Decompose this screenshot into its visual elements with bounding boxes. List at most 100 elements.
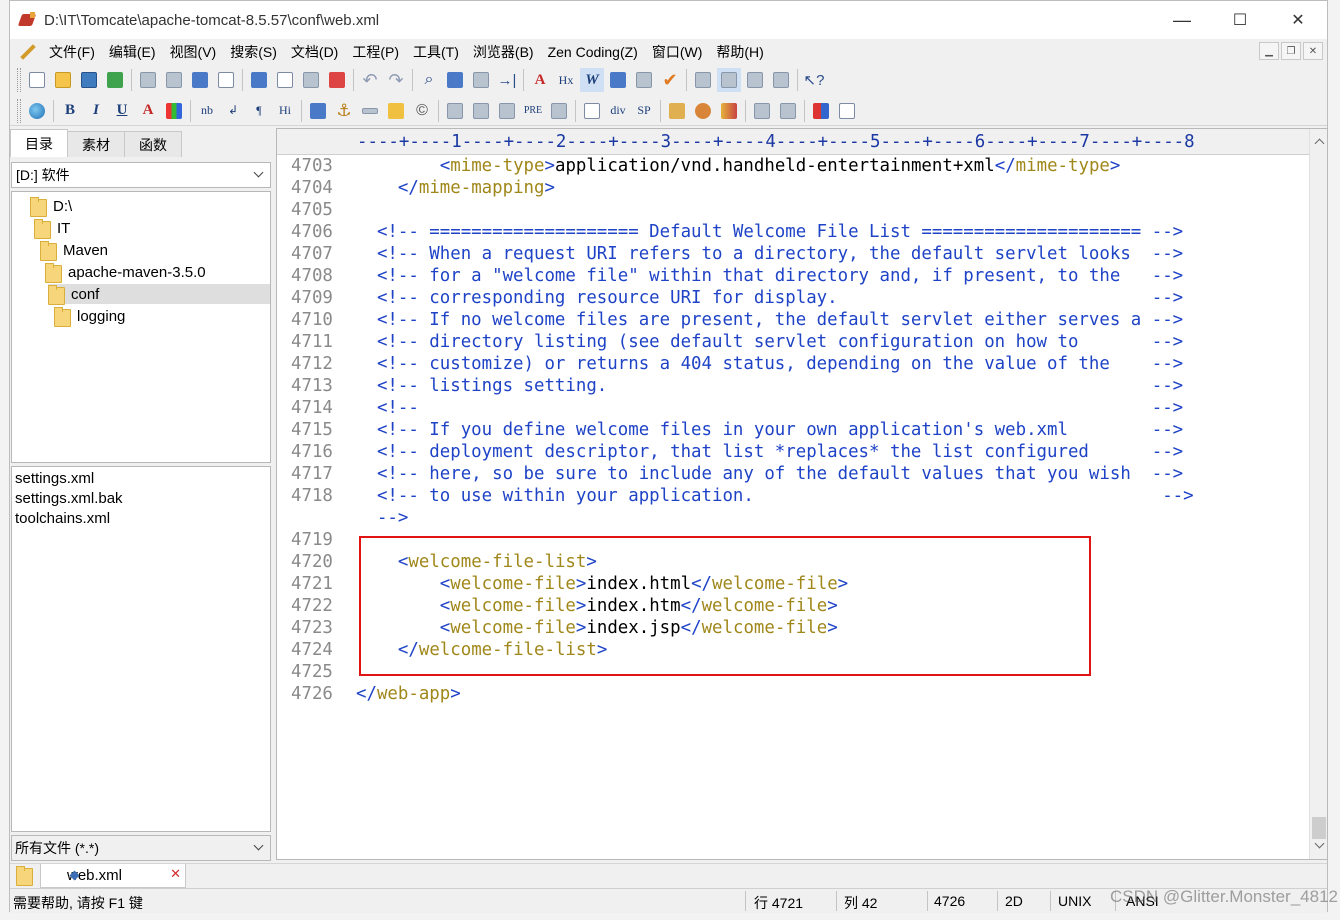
code-area[interactable]: 4703 <mime-type>application/vnd.handheld…: [277, 155, 1309, 861]
delete-button[interactable]: [325, 68, 349, 92]
doc-restore-button[interactable]: ❐: [1281, 42, 1301, 60]
maximize-button[interactable]: ☐: [1211, 1, 1269, 39]
view-list-button[interactable]: [691, 68, 715, 92]
file-item-toolchains[interactable]: toolchains.xml: [12, 509, 270, 529]
minimize-button[interactable]: —: [1153, 1, 1211, 39]
tab-close-icon[interactable]: ✕: [170, 866, 181, 882]
open-button[interactable]: [51, 68, 75, 92]
save-all-button[interactable]: [103, 68, 127, 92]
tab-materials[interactable]: 素材: [67, 131, 125, 157]
colors-button[interactable]: [809, 99, 833, 123]
italic-button[interactable]: I: [84, 99, 108, 123]
style-button[interactable]: [665, 99, 689, 123]
document-tab-web-xml[interactable]: web.xml ✕: [40, 864, 186, 888]
color-palette-button[interactable]: [162, 99, 186, 123]
line-numbers-button[interactable]: [632, 68, 656, 92]
plugin-button[interactable]: [717, 99, 741, 123]
redo-button[interactable]: ↷: [384, 68, 408, 92]
menu-browser[interactable]: 浏览器(B): [466, 42, 541, 62]
view-edit-button[interactable]: [743, 68, 767, 92]
spellcheck-button[interactable]: [188, 68, 212, 92]
font-tag-button[interactable]: [580, 99, 604, 123]
menu-edit[interactable]: 编辑(E): [102, 42, 163, 62]
vertical-scrollbar[interactable]: [1309, 129, 1327, 859]
copy-button[interactable]: [273, 68, 297, 92]
file-filter-select[interactable]: 所有文件 (*.*): [11, 835, 271, 861]
heading-button[interactable]: Hi: [273, 99, 297, 123]
context-help-button[interactable]: ↖?: [802, 68, 826, 92]
print-button[interactable]: [162, 68, 186, 92]
view-output-button[interactable]: [769, 68, 793, 92]
underline-button[interactable]: U: [110, 99, 134, 123]
folder-icon[interactable]: [16, 866, 34, 886]
print-preview-button[interactable]: [136, 68, 160, 92]
edit-tag-button[interactable]: [384, 99, 408, 123]
find-button[interactable]: ⌕: [417, 68, 441, 92]
tree-item-maven[interactable]: Maven: [40, 240, 108, 261]
form-button[interactable]: [469, 99, 493, 123]
undo-button[interactable]: ↶: [358, 68, 382, 92]
file-item-settings[interactable]: settings.xml: [12, 469, 270, 489]
span-button[interactable]: SP: [632, 99, 656, 123]
tree-item-it[interactable]: IT: [34, 218, 70, 239]
paste-button[interactable]: [299, 68, 323, 92]
copyright-button[interactable]: ©: [410, 99, 434, 123]
menu-help[interactable]: 帮助(H): [709, 42, 770, 62]
hx-button[interactable]: Hx: [554, 68, 578, 92]
menu-view[interactable]: 视图(V): [163, 42, 224, 62]
cup-button[interactable]: [691, 99, 715, 123]
font-button[interactable]: A: [528, 68, 552, 92]
menu-document[interactable]: 文档(D): [284, 42, 345, 62]
paragraph-button[interactable]: ¶: [247, 99, 271, 123]
menu-project[interactable]: 工程(P): [345, 42, 406, 62]
scroll-thumb[interactable]: [1312, 817, 1326, 839]
line-break-button[interactable]: ↲: [221, 99, 245, 123]
anchor-button[interactable]: ⚓: [332, 99, 356, 123]
tree-item-d[interactable]: D:\: [30, 196, 72, 217]
view-panel-button[interactable]: [717, 68, 741, 92]
split-button[interactable]: [750, 99, 774, 123]
save-button[interactable]: [77, 68, 101, 92]
tree-item-logging[interactable]: logging: [54, 306, 125, 327]
script-button[interactable]: [776, 99, 800, 123]
menu-zen-coding[interactable]: Zen Coding(Z): [541, 44, 645, 60]
menu-file[interactable]: 文件(F): [42, 42, 102, 62]
doc-minimize-button[interactable]: ▁: [1259, 42, 1279, 60]
cut-button[interactable]: [247, 68, 271, 92]
hr-button[interactable]: [358, 99, 382, 123]
image-button[interactable]: [306, 99, 330, 123]
align-button[interactable]: [495, 99, 519, 123]
div-button[interactable]: div: [606, 99, 630, 123]
drive-select[interactable]: [D:] 软件: [11, 162, 271, 188]
pre-button[interactable]: PRE: [521, 99, 545, 123]
menu-window[interactable]: 窗口(W): [645, 42, 710, 62]
goto-line-button[interactable]: →|: [495, 68, 519, 92]
list-button[interactable]: [547, 99, 571, 123]
word-wrap-button[interactable]: W: [580, 68, 604, 92]
file-item-settings-bak[interactable]: settings.xml.bak: [12, 489, 270, 509]
scroll-up-icon[interactable]: [1314, 137, 1324, 147]
doc-close-button[interactable]: ✕: [1303, 42, 1323, 60]
code-text: <!-- deployment descriptor, that list *r…: [356, 441, 1183, 463]
indent-button[interactable]: [606, 68, 630, 92]
menu-tools[interactable]: 工具(T): [406, 42, 466, 62]
tree-item-conf[interactable]: conf: [48, 284, 270, 305]
tab-directory[interactable]: 目录: [10, 129, 68, 157]
code-editor[interactable]: ----+----1----+----2----+----3----+----4…: [276, 128, 1328, 860]
window-button[interactable]: [835, 99, 859, 123]
font-color-button[interactable]: A: [136, 99, 160, 123]
check-button[interactable]: ✔: [658, 68, 682, 92]
preview-button[interactable]: [214, 68, 238, 92]
table-button[interactable]: [443, 99, 467, 123]
menu-search[interactable]: 搜索(S): [223, 42, 284, 62]
find-files-button[interactable]: [469, 68, 493, 92]
close-button[interactable]: ✕: [1269, 1, 1327, 39]
scroll-down-icon[interactable]: [1314, 841, 1324, 851]
tree-item-apache-maven[interactable]: apache-maven-3.5.0: [45, 262, 206, 283]
browser-button[interactable]: [25, 99, 49, 123]
bold-button[interactable]: B: [58, 99, 82, 123]
tab-functions[interactable]: 函数: [124, 131, 182, 157]
nbsp-button[interactable]: nb: [195, 99, 219, 123]
replace-button[interactable]: [443, 68, 467, 92]
new-file-button[interactable]: [25, 68, 49, 92]
